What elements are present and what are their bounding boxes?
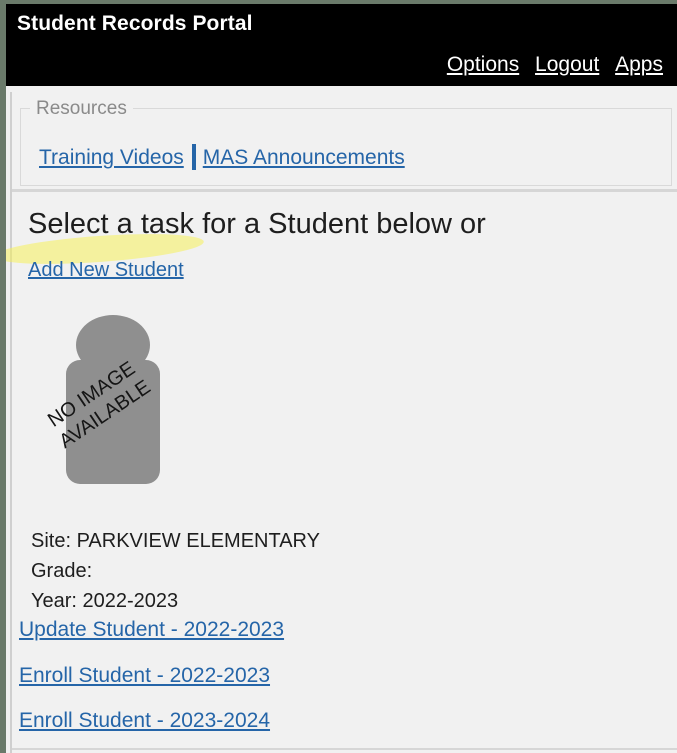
link-separator — [191, 144, 196, 170]
silhouette-icon: NO IMAGE AVAILABLE — [44, 315, 160, 484]
resource-links: Training Videos MAS Announcements — [39, 144, 405, 170]
logout-link[interactable]: Logout — [535, 53, 599, 76]
header-bar: Student Records Portal Options Logout Ap… — [6, 4, 677, 86]
update-student-link[interactable]: Update Student - 2022-2023 — [19, 618, 284, 642]
app-title: Student Records Portal — [17, 12, 253, 35]
resources-legend: Resources — [30, 98, 133, 120]
mas-announcements-link[interactable]: MAS Announcements — [203, 146, 405, 169]
add-new-student-link[interactable]: Add New Student — [28, 259, 184, 282]
enroll-student-link[interactable]: Enroll Student - 2022-2023 — [19, 664, 270, 688]
section-divider — [12, 189, 677, 192]
header-nav: Options Logout Apps — [437, 53, 663, 77]
bottom-divider — [12, 748, 677, 750]
student-photo-placeholder: NO IMAGE AVAILABLE — [20, 312, 190, 492]
options-link[interactable]: Options — [447, 53, 519, 76]
portal-window: Student Records Portal Options Logout Ap… — [6, 4, 677, 753]
apps-link[interactable]: Apps — [615, 53, 663, 76]
site-value: Site: PARKVIEW ELEMENTARY — [31, 530, 320, 552]
training-videos-link[interactable]: Training Videos — [39, 146, 184, 169]
enroll-student-link[interactable]: Enroll Student - 2023-2024 — [19, 709, 270, 733]
grade-value: Grade: — [31, 560, 93, 582]
student-info: Site: PARKVIEW ELEMENTARY Grade: Year: 2… — [31, 526, 320, 616]
year-value: Year: 2022-2023 — [31, 590, 179, 612]
